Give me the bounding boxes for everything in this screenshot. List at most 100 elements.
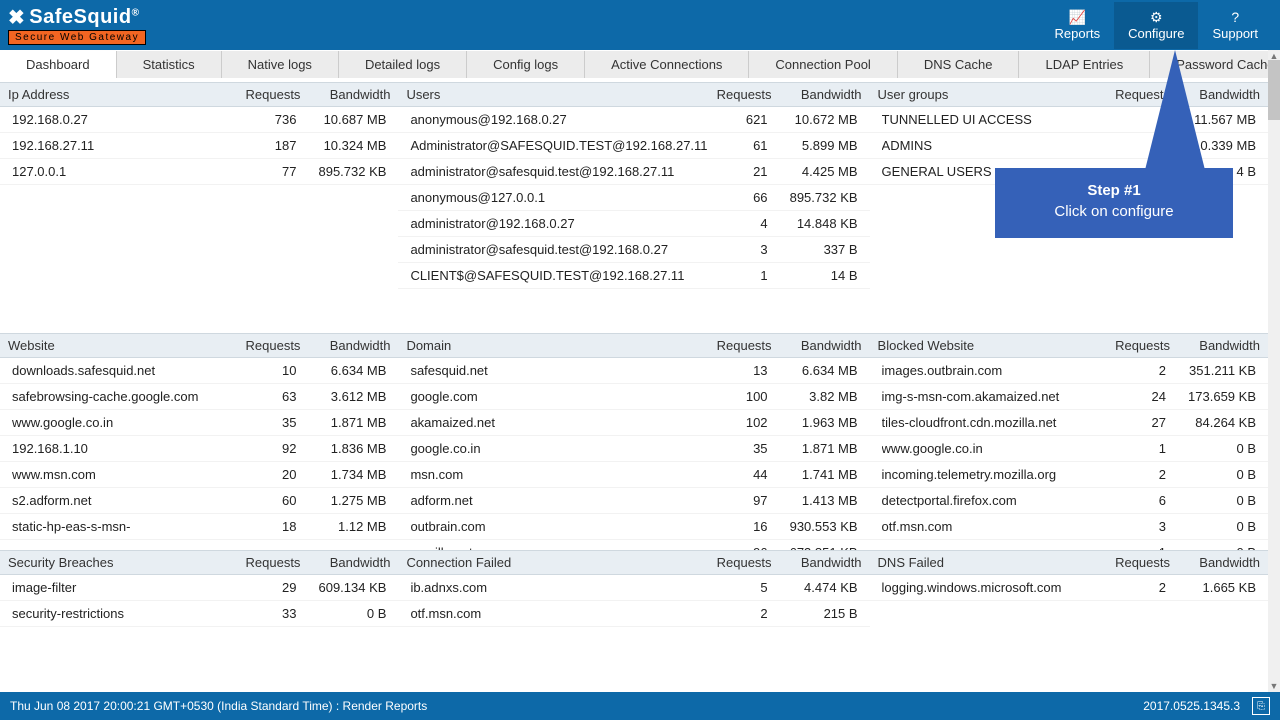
breaches-rows: image-filter29609.134 KBsecurity-restric…	[0, 575, 398, 621]
table-row[interactable]: akamaized.net1021.963 MB	[398, 410, 869, 436]
table-row[interactable]: administrator@192.168.0.27414.848 KB	[398, 211, 869, 237]
nav-buttons: 📈 Reports ⚙ Configure ? Support	[1041, 2, 1272, 49]
table-row[interactable]: safesquid.net136.634 MB	[398, 358, 869, 384]
cell-requests: 1	[1106, 441, 1166, 456]
panel-users: UsersRequestsBandwidth anonymous@192.168…	[398, 82, 869, 333]
cell-bandwidth: 10.324 MB	[296, 138, 386, 153]
table-row[interactable]: 192.168.1.10921.836 MB	[0, 436, 398, 462]
table-row[interactable]: img-s-msn-com.akamaized.net24173.659 KB	[870, 384, 1268, 410]
callout-arrow-icon	[1145, 50, 1205, 170]
page-scrollbar[interactable]: ▲ ▼	[1268, 50, 1280, 692]
cell-name: www.msn.com	[12, 467, 236, 482]
cell-requests: 4	[708, 216, 768, 231]
table-row[interactable]: msn.com441.741 MB	[398, 462, 869, 488]
users-rows: anonymous@192.168.0.2762110.672 MBAdmini…	[398, 107, 869, 333]
cell-requests: 21	[708, 164, 768, 179]
col-blocked-website: Blocked Website	[878, 338, 1090, 353]
cell-name: safebrowsing-cache.google.com	[12, 389, 236, 404]
table-row[interactable]: 192.168.0.2773610.687 MB	[0, 107, 398, 133]
nav-configure[interactable]: ⚙ Configure	[1114, 2, 1198, 49]
cell-bandwidth: 1.734 MB	[296, 467, 386, 482]
cell-requests: 60	[236, 493, 296, 508]
table-row[interactable]: Administrator@SAFESQUID.TEST@192.168.27.…	[398, 133, 869, 159]
cell-requests: 13	[708, 363, 768, 378]
table-row[interactable]: www.msn.com201.734 MB	[0, 462, 398, 488]
col-requests: Requests	[692, 338, 772, 353]
cell-requests: 736	[236, 112, 296, 127]
col-bandwidth: Bandwidth	[1170, 338, 1260, 353]
cell-name: img-s-msn-com.akamaized.net	[882, 389, 1106, 404]
table-row[interactable]: google.co.in351.871 MB	[398, 436, 869, 462]
chart-icon: 📈	[1055, 10, 1101, 24]
table-row[interactable]: logging.windows.microsoft.com21.665 KB	[870, 575, 1268, 601]
tab-config-logs[interactable]: Config logs	[467, 51, 585, 78]
table-row[interactable]: security-restrictions330 B	[0, 601, 398, 627]
nav-reports[interactable]: 📈 Reports	[1041, 2, 1115, 49]
scroll-thumb[interactable]	[1268, 60, 1280, 120]
table-row[interactable]: downloads.safesquid.net106.634 MB	[0, 358, 398, 384]
table-row[interactable]: tiles-cloudfront.cdn.mozilla.net2784.264…	[870, 410, 1268, 436]
table-row[interactable]: CLIENT$@SAFESQUID.TEST@192.168.27.11114 …	[398, 263, 869, 289]
cell-bandwidth: 1.12 MB	[296, 519, 386, 534]
cell-name: otf.msn.com	[410, 606, 707, 621]
tab-detailed-logs[interactable]: Detailed logs	[339, 51, 467, 78]
table-row[interactable]: www.google.co.in351.871 MB	[0, 410, 398, 436]
app-header: ✖ SafeSquid® Secure Web Gateway 📈 Report…	[0, 0, 1280, 50]
cell-requests: 2	[1106, 363, 1166, 378]
table-row[interactable]: images.outbrain.com2351.211 KB	[870, 358, 1268, 384]
table-row[interactable]: s2.adform.net601.275 MB	[0, 488, 398, 514]
cell-bandwidth: 10.687 MB	[296, 112, 386, 127]
cell-name: adform.net	[410, 493, 707, 508]
cell-bandwidth: 1.413 MB	[768, 493, 858, 508]
table-row[interactable]: outbrain.com16930.553 KB	[398, 514, 869, 540]
cell-name: 192.168.27.11	[12, 138, 236, 153]
cell-requests: 18	[236, 519, 296, 534]
cell-requests: 621	[708, 112, 768, 127]
table-row[interactable]: safebrowsing-cache.google.com633.612 MB	[0, 384, 398, 410]
cell-bandwidth: 0 B	[1166, 467, 1256, 482]
tab-native-logs[interactable]: Native logs	[222, 51, 339, 78]
cell-bandwidth: 3.82 MB	[768, 389, 858, 404]
table-row[interactable]: administrator@safesquid.test@192.168.27.…	[398, 159, 869, 185]
cell-requests: 2	[1106, 580, 1166, 595]
cell-bandwidth: 6.634 MB	[296, 363, 386, 378]
table-row[interactable]: google.com1003.82 MB	[398, 384, 869, 410]
scroll-down-icon[interactable]: ▼	[1268, 680, 1280, 692]
table-row[interactable]: image-filter29609.134 KB	[0, 575, 398, 601]
table-row[interactable]: administrator@safesquid.test@192.168.0.2…	[398, 237, 869, 263]
panel-breaches: Security BreachesRequestsBandwidth image…	[0, 550, 398, 621]
nav-support[interactable]: ? Support	[1198, 2, 1272, 49]
cell-bandwidth: 609.134 KB	[296, 580, 386, 595]
table-row[interactable]: anonymous@127.0.0.166895.732 KB	[398, 185, 869, 211]
status-text: Thu Jun 08 2017 20:00:21 GMT+0530 (India…	[10, 699, 427, 713]
table-row[interactable]: 127.0.0.177895.732 KB	[0, 159, 398, 185]
cell-requests: 100	[708, 389, 768, 404]
cell-requests: 66	[708, 190, 768, 205]
tab-statistics[interactable]: Statistics	[117, 51, 222, 78]
table-row[interactable]: adform.net971.413 MB	[398, 488, 869, 514]
cell-name: 127.0.0.1	[12, 164, 236, 179]
tab-dashboard[interactable]: Dashboard	[0, 51, 117, 78]
table-row[interactable]: anonymous@192.168.0.2762110.672 MB	[398, 107, 869, 133]
panel-blocked: Blocked WebsiteRequestsBandwidth images.…	[870, 333, 1268, 550]
cell-name: detectportal.firefox.com	[882, 493, 1106, 508]
version-label: 2017.0525.1345.3	[1143, 699, 1246, 713]
table-row[interactable]: static-hp-eas-s-msn-181.12 MB	[0, 514, 398, 540]
cell-requests: 20	[236, 467, 296, 482]
table-row[interactable]: incoming.telemetry.mozilla.org20 B	[870, 462, 1268, 488]
table-row[interactable]: detectportal.firefox.com60 B	[870, 488, 1268, 514]
table-row[interactable]: ib.adnxs.com54.474 KB	[398, 575, 869, 601]
cell-name: msn.com	[410, 467, 707, 482]
pdf-icon[interactable]: ⎘	[1252, 697, 1270, 715]
cell-bandwidth: 3.612 MB	[296, 389, 386, 404]
tab-connection-pool[interactable]: Connection Pool	[749, 51, 897, 78]
panel-connfail: Connection FailedRequestsBandwidth ib.ad…	[398, 550, 869, 621]
table-row[interactable]: www.google.co.in10 B	[870, 436, 1268, 462]
table-row[interactable]: otf.msn.com30 B	[870, 514, 1268, 540]
tab-active-connections[interactable]: Active Connections	[585, 51, 749, 78]
cell-bandwidth: 895.732 KB	[296, 164, 386, 179]
help-icon: ?	[1212, 10, 1258, 24]
table-row[interactable]: otf.msn.com2215 B	[398, 601, 869, 627]
cell-name: image-filter	[12, 580, 236, 595]
table-row[interactable]: 192.168.27.1118710.324 MB	[0, 133, 398, 159]
